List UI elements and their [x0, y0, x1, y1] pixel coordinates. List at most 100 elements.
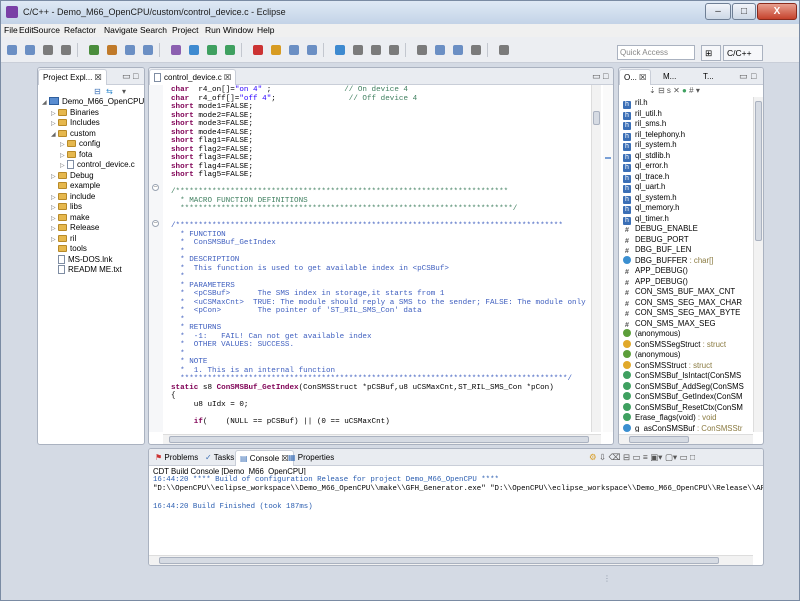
scroll-lock-icon[interactable]: ⇩	[599, 452, 606, 462]
outline-item[interactable]: # CON_SMS_BUF_MAX_CNT	[623, 287, 735, 297]
editor-horizontal-scrollbar[interactable]	[163, 434, 601, 444]
save-all-icon[interactable]	[43, 45, 53, 55]
build-icon[interactable]	[89, 45, 99, 55]
view-menu-icon[interactable]: ▾	[696, 86, 700, 95]
back-icon[interactable]	[417, 45, 427, 55]
outline-item[interactable]: # DEBUG_ENABLE	[623, 224, 698, 234]
quick-access-input[interactable]: Quick Access	[617, 45, 695, 60]
tab-outline[interactable]: O... ☒	[619, 69, 652, 85]
build-icon[interactable]: ⚙	[589, 452, 597, 462]
tree-item[interactable]: ▷ Binaries	[51, 108, 99, 118]
new-icon[interactable]	[7, 45, 17, 55]
run-icon[interactable]	[207, 45, 217, 55]
outline-item[interactable]: h ql_error.h	[623, 161, 668, 172]
menu-help[interactable]: Help	[257, 25, 274, 35]
outline-item[interactable]: h ql_memory.h	[623, 203, 680, 214]
profile-icon[interactable]	[253, 45, 263, 55]
outline-item[interactable]: h ril_util.h	[623, 109, 662, 120]
perspective-c-cpp-button[interactable]: C/C++	[723, 45, 763, 61]
console-horizontal-scrollbar[interactable]	[149, 555, 753, 565]
expanded-arrow-icon[interactable]: ◢	[51, 130, 58, 140]
tree-item[interactable]: READM ME.txt	[51, 265, 122, 275]
outline-item[interactable]: h ql_uart.h	[623, 182, 665, 193]
outline-item[interactable]: # DEBUG_PORT	[623, 235, 689, 245]
pin-console-icon[interactable]: ⊟	[623, 452, 630, 462]
menu-navigate[interactable]: Navigate	[104, 25, 138, 35]
outline-vertical-scrollbar[interactable]	[753, 97, 763, 432]
minimize-view-icon[interactable]: ▭	[680, 452, 688, 462]
collapsed-arrow-icon[interactable]: ▷	[51, 193, 58, 203]
code-area[interactable]: char r4_on[]="on 4" ; // On device 4 char…	[171, 85, 589, 432]
tree-item[interactable]: ▷ Debug	[51, 171, 94, 181]
tab-make-target[interactable]: M...	[659, 69, 680, 85]
hide-nonpublic-icon[interactable]: ✕	[673, 86, 680, 95]
scrollbar-thumb[interactable]	[169, 436, 589, 443]
collapsed-arrow-icon[interactable]: ▷	[51, 214, 58, 224]
outline-item[interactable]: (anonymous)	[623, 329, 681, 339]
close-button[interactable]: X	[757, 3, 797, 20]
tree-item[interactable]: ◢ custom	[51, 129, 96, 139]
tree-item[interactable]: ◢ Demo_M66_OpenCPU	[42, 97, 144, 107]
collapsed-arrow-icon[interactable]: ▷	[51, 172, 58, 182]
annotation-icon[interactable]	[335, 45, 345, 55]
open-type-icon[interactable]	[289, 45, 299, 55]
outline-item[interactable]: h ql_system.h	[623, 193, 677, 204]
tab-tasks[interactable]: ✓ Tasks	[201, 450, 238, 466]
refresh-icon[interactable]	[471, 45, 481, 55]
tree-item[interactable]: ▷ Includes	[51, 118, 100, 128]
next-annotation-icon[interactable]	[353, 45, 363, 55]
outline-item[interactable]: ConSMSBuf_ResetCtx(ConSM	[623, 402, 743, 413]
outline-item[interactable]: ConSMSSegStruct : struct	[623, 339, 726, 350]
outline-item[interactable]: h ql_trace.h	[623, 172, 669, 183]
outline-item[interactable]: g_asConSMSBuf : ConSMSStr	[623, 423, 742, 432]
menu-search[interactable]: Search	[140, 25, 167, 35]
view-menu-icon[interactable]: ▾	[122, 87, 126, 96]
word-wrap-icon[interactable]: ≡	[643, 452, 648, 462]
tree-item[interactable]: ▷ ril	[51, 234, 76, 244]
expanded-arrow-icon[interactable]: ◢	[42, 98, 49, 108]
collapsed-arrow-icon[interactable]: ▷	[51, 235, 58, 245]
collapse-all-icon[interactable]: ⊟	[94, 87, 101, 96]
clear-console-icon[interactable]: ⌫	[609, 452, 621, 462]
console-output[interactable]: 16:44:20 **** Build of configuration Rel…	[149, 475, 763, 553]
menu-run[interactable]: Run	[205, 25, 221, 35]
maximize-editor-icon[interactable]: □	[603, 71, 608, 81]
copy-icon[interactable]: ▭	[632, 452, 640, 462]
outline-item[interactable]: ConSMSStruct : struct	[623, 360, 712, 371]
collapsed-arrow-icon[interactable]: ▷	[51, 224, 58, 234]
tree-item[interactable]: ▷ make	[51, 213, 90, 223]
hide-macros-icon[interactable]: #	[689, 86, 693, 95]
last-edit-icon[interactable]	[389, 45, 399, 55]
tree-item[interactable]: tools	[51, 244, 87, 254]
outline-item[interactable]: # APP_DEBUG()	[623, 277, 688, 287]
scrollbar-thumb[interactable]	[593, 111, 600, 125]
collapsed-arrow-icon[interactable]: ▷	[60, 161, 67, 171]
scrollbar-thumb[interactable]	[159, 557, 719, 564]
menu-refactor[interactable]: Refactor	[64, 25, 96, 35]
open-perspective-button[interactable]: ⊞	[701, 45, 721, 61]
minimize-editor-icon[interactable]: ▭	[592, 71, 601, 82]
tab-project-explorer[interactable]: Project Expl... ☒	[38, 69, 107, 85]
pin-icon[interactable]	[453, 45, 463, 55]
tab-control-device-c[interactable]: control_device.c ☒	[149, 69, 237, 85]
collapsed-arrow-icon[interactable]: ▷	[51, 119, 58, 129]
menu-file[interactable]: File	[4, 25, 18, 35]
tab-problems[interactable]: ⚑ Problems	[151, 450, 202, 466]
tree-item[interactable]: ▷ Release	[51, 223, 99, 233]
external-tools-icon[interactable]	[225, 45, 235, 55]
outline-item[interactable]: h ql_stdlib.h	[623, 151, 670, 162]
open-element-icon[interactable]	[307, 45, 317, 55]
outline-horizontal-scrollbar[interactable]	[619, 434, 753, 444]
outline-item[interactable]: h ril.h	[623, 98, 648, 109]
sort-icon[interactable]: ⇣	[649, 86, 656, 95]
outline-item[interactable]: # CON_SMS_SEG_MAX_BYTE	[623, 308, 740, 318]
maximize-view-icon[interactable]: □	[133, 71, 138, 81]
tree-item[interactable]: MS-DOS.lnk	[51, 254, 112, 265]
outline-item[interactable]: h ql_timer.h	[623, 214, 669, 225]
outline-item[interactable]: h ril_system.h	[623, 140, 677, 151]
maximize-view-icon[interactable]: □	[690, 452, 695, 462]
debug-icon[interactable]	[189, 45, 199, 55]
collapsed-arrow-icon[interactable]: ▷	[51, 203, 58, 213]
collapsed-arrow-icon[interactable]: ▷	[51, 109, 58, 119]
tree-item[interactable]: ▷ config	[60, 139, 100, 149]
